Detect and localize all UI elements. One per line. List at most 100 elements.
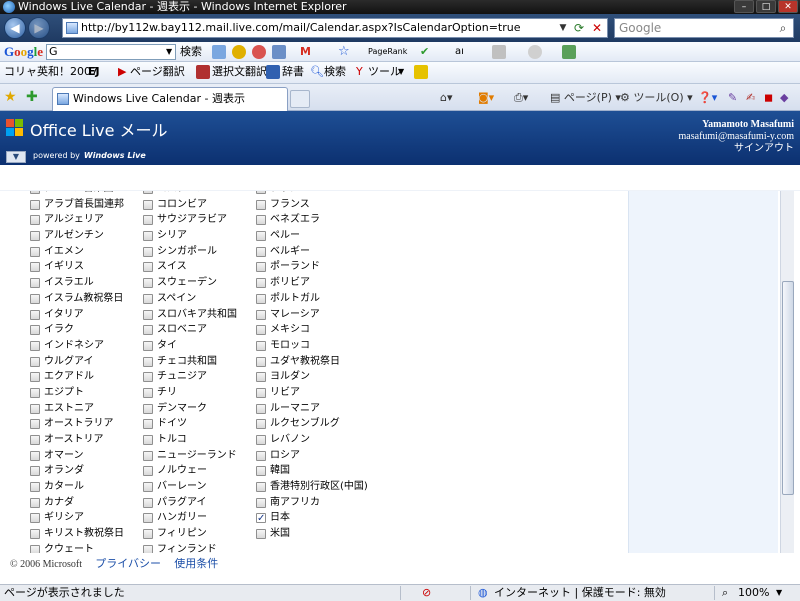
holiday-checkbox[interactable] (30, 497, 40, 508)
holiday-option[interactable]: ハンガリー (143, 510, 237, 526)
page-translate-button[interactable]: ページ翻訳 (130, 64, 185, 80)
holiday-checkbox[interactable] (143, 278, 153, 289)
tools-menu[interactable]: ⚙ ツール(O) ▾ (620, 90, 693, 106)
google-search-input[interactable]: G (46, 44, 176, 60)
holiday-option[interactable]: ユダヤ教祝祭日 (256, 354, 368, 370)
holiday-option[interactable]: ノルウェー (143, 463, 237, 479)
forward-button[interactable]: ▶ (28, 17, 50, 39)
zoom-level[interactable]: 100% (738, 585, 769, 601)
page-menu[interactable]: ▤ ページ(P) ▾ (550, 90, 621, 106)
new-tab-button[interactable] (290, 90, 310, 108)
holiday-option[interactable]: マレーシア (256, 307, 368, 323)
tab-calendar[interactable]: Windows Live Calendar - 週表示 (52, 87, 288, 111)
holiday-checkbox[interactable] (256, 309, 266, 320)
holiday-option[interactable]: ロシア (256, 448, 368, 464)
holiday-checkbox[interactable] (30, 356, 40, 367)
terms-link[interactable]: 使用条件 (174, 557, 218, 570)
holiday-option[interactable]: リビア (256, 385, 368, 401)
holiday-checkbox[interactable] (256, 529, 266, 540)
holiday-option[interactable]: バーレーン (143, 479, 237, 495)
holiday-option[interactable]: ペルー (256, 228, 368, 244)
holiday-checkbox[interactable] (256, 482, 266, 493)
holiday-checkbox[interactable] (256, 325, 266, 336)
holiday-option[interactable]: ベルギー (256, 244, 368, 260)
holiday-option[interactable]: アルゼンチン (30, 228, 124, 244)
holiday-option[interactable]: 韓国 (256, 463, 368, 479)
holiday-checkbox[interactable] (30, 482, 40, 493)
holiday-option[interactable]: ヨルダン (256, 369, 368, 385)
holiday-checkbox[interactable] (256, 419, 266, 430)
favorites-star-icon[interactable]: ★ (4, 89, 17, 105)
holiday-checkbox[interactable] (256, 387, 266, 398)
privacy-link[interactable]: プライバシー (95, 557, 161, 570)
scrollbar-thumb[interactable] (782, 281, 794, 495)
address-dropdown-icon[interactable]: ▼ (557, 20, 569, 36)
holiday-option[interactable]: トルコ (143, 432, 237, 448)
holiday-checkbox[interactable] (30, 419, 40, 430)
holiday-checkbox[interactable] (256, 497, 266, 508)
holiday-checkbox[interactable] (256, 372, 266, 383)
help-icon[interactable] (414, 65, 428, 79)
holiday-checkbox[interactable] (30, 529, 40, 540)
holiday-option[interactable]: スイス (143, 259, 237, 275)
holiday-option[interactable]: エストニア (30, 401, 124, 417)
holiday-option[interactable]: ドイツ (143, 416, 237, 432)
holiday-checkbox[interactable] (30, 199, 40, 210)
holiday-option[interactable]: チェコ共和国 (143, 354, 237, 370)
holiday-checkbox[interactable] (256, 278, 266, 289)
holiday-option[interactable]: イタリア (30, 307, 124, 323)
holiday-option[interactable]: アルジェリア (30, 212, 124, 228)
research-icon[interactable]: ✎ (728, 90, 737, 106)
holiday-checkbox[interactable] (256, 403, 266, 414)
holiday-option[interactable]: 南アフリカ (256, 495, 368, 511)
search-site-icon[interactable] (212, 45, 226, 59)
holiday-checkbox[interactable] (30, 435, 40, 445)
holiday-option[interactable]: スウェーデン (143, 275, 237, 291)
rss-icon[interactable]: ◙▾ (478, 90, 494, 106)
holiday-checkbox[interactable] (143, 419, 153, 430)
holiday-checkbox[interactable] (256, 215, 266, 226)
holiday-checkbox[interactable] (143, 513, 153, 524)
toolbar-tools-button[interactable]: ツール (368, 64, 401, 80)
holiday-option[interactable]: パラグアイ (143, 495, 237, 511)
web-search-box[interactable]: Google ⌕ (614, 18, 794, 38)
holiday-option[interactable]: クウェート (30, 542, 124, 553)
holiday-option[interactable]: ベネズエラ (256, 212, 368, 228)
signout-link[interactable]: サインアウト (679, 143, 794, 155)
holiday-checkbox[interactable] (143, 325, 153, 336)
holiday-checkbox[interactable] (256, 231, 266, 242)
holiday-option[interactable]: イスラエル (30, 275, 124, 291)
toolbar-search-button[interactable]: 検索 (324, 64, 346, 80)
holiday-option[interactable]: ポルトガル (256, 291, 368, 307)
holiday-checkbox[interactable] (143, 497, 153, 508)
holiday-option[interactable]: ニュージーランド (143, 448, 237, 464)
google-dropdown-icon[interactable]: ▼ (166, 44, 172, 60)
minimize-button[interactable]: – (734, 0, 754, 13)
maximize-button[interactable]: □ (756, 0, 776, 13)
holiday-option[interactable]: オーストラリア (30, 416, 124, 432)
corea-label[interactable]: コリャ英和！2007 (4, 64, 98, 80)
bookmark-star-icon[interactable]: ☆ (338, 44, 350, 60)
holiday-checkbox[interactable] (30, 372, 40, 383)
dictionary-button[interactable]: 辞書 (282, 64, 304, 80)
holiday-option[interactable]: イギリス (30, 259, 124, 275)
holiday-checkbox[interactable] (30, 246, 40, 257)
selected-translate-button[interactable]: 選択文翻訳 (212, 64, 267, 80)
holiday-option[interactable]: ルーマニア (256, 401, 368, 417)
holiday-checkbox[interactable] (143, 340, 153, 351)
holiday-option[interactable]: サウジアラビア (143, 212, 237, 228)
holiday-checkbox[interactable] (143, 372, 153, 383)
holiday-checkbox[interactable] (143, 403, 153, 414)
holiday-checkbox[interactable] (256, 466, 266, 477)
holiday-checkbox[interactable] (143, 529, 153, 540)
translate-icon[interactable] (562, 45, 576, 59)
zoom-dropdown-icon[interactable]: ▼ (776, 585, 782, 601)
holiday-option[interactable]: チリ (143, 385, 237, 401)
holiday-checkbox[interactable] (256, 262, 266, 273)
holiday-checkbox[interactable] (256, 246, 266, 257)
holiday-option[interactable]: ギリシア (30, 510, 124, 526)
holiday-option[interactable]: ボリビア (256, 275, 368, 291)
holiday-option[interactable]: アラブ首長国連邦 (30, 197, 124, 213)
holiday-option[interactable]: スロベニア (143, 322, 237, 338)
holiday-option[interactable]: イエメン (30, 244, 124, 260)
